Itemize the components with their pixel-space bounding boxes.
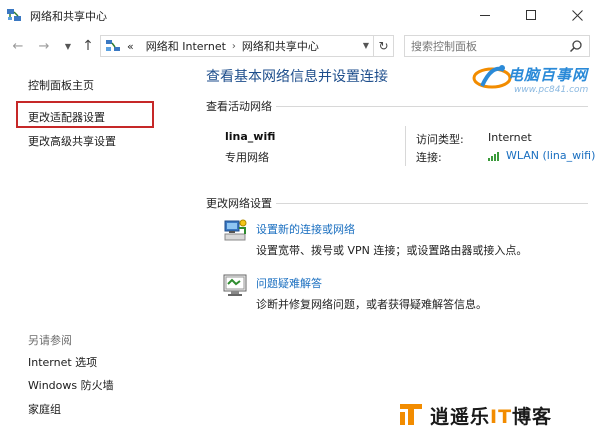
highlight-annotation [16,101,154,128]
windows-firewall-link[interactable]: Windows 防火墙 [28,377,114,393]
page-title: 查看基本网络信息并设置连接 [206,69,388,85]
window-title: 网络和共享中心 [30,10,107,23]
minimize-icon [480,14,490,16]
maximize-button[interactable] [508,0,554,30]
recent-locations-button[interactable]: ▼ [60,38,76,54]
forward-button[interactable]: → [36,38,52,54]
change-advanced-sharing-link[interactable]: 更改高级共享设置 [28,133,116,149]
network-setup-icon [224,219,247,241]
back-button[interactable]: ← [10,38,26,54]
setup-connection-link[interactable]: 设置新的连接或网络 [256,221,355,237]
wifi-signal-icon [488,151,499,161]
close-icon [571,9,583,21]
arrow-right-icon: → [38,38,50,54]
watermark-site-name: 电脑百事网 [508,66,589,84]
access-type-value: Internet [488,131,532,144]
watermark-site-url: www.pc841.com [514,85,589,95]
see-also-title: 另请参阅 [28,334,72,347]
network-name: lina_wifi [225,130,276,143]
arrow-up-icon: ↑ [82,38,94,54]
close-button[interactable] [554,0,600,30]
address-dropdown-icon[interactable]: ▼ [363,41,369,50]
watermark-blog-accent: IT [490,406,513,428]
chevron-down-icon: ▼ [64,41,72,51]
title-bar: 网络和共享中心 [0,0,600,30]
troubleshoot-desc: 诊断并修复网络问题，或者获得疑难解答信息。 [256,298,487,311]
breadcrumb-overflow[interactable]: « [127,40,134,53]
refresh-button[interactable]: ↻ [373,36,393,56]
section-divider [276,106,588,107]
breadcrumb-sharing-center[interactable]: 网络和共享中心 [242,38,319,54]
wlan-connection-label[interactable]: WLAN (lina_wifi) [506,149,595,162]
breadcrumb-network-internet[interactable]: 网络和 Internet [146,38,226,54]
network-type: 专用网络 [225,151,269,164]
maximize-icon [526,10,536,20]
internet-options-link[interactable]: Internet 选项 [28,354,97,370]
vertical-divider [405,126,406,166]
connection-label: 连接: [416,151,442,164]
control-panel-home-link[interactable]: 控制面板主页 [28,77,94,93]
search-icon[interactable] [569,39,583,53]
up-button[interactable]: ↑ [80,38,96,54]
wlan-connection-link[interactable]: WLAN (lina_wifi) [488,149,595,162]
address-bar[interactable]: « 网络和 Internet › 网络和共享中心 ▼ ↻ [100,35,394,57]
watermark-blog-part1: 逍遥乐 [430,406,491,428]
network-center-icon [106,40,120,51]
access-type-label: 访问类型: [416,133,464,146]
network-center-icon [7,9,21,21]
section-divider [276,203,588,204]
watermark-blog-part2: 博客 [512,406,553,428]
minimize-button[interactable] [462,0,508,30]
active-networks-heading: 查看活动网络 [206,100,272,113]
homegroup-link[interactable]: 家庭组 [28,401,61,417]
breadcrumb-separator[interactable]: › [232,41,236,52]
troubleshoot-link[interactable]: 问题疑难解答 [256,275,322,291]
search-input[interactable]: 搜索控制面板 [404,35,590,57]
setup-connection-desc: 设置宽带、拨号或 VPN 连接；或设置路由器或接入点。 [256,244,528,257]
watermark-blog-name: 逍遥乐IT博客 [430,402,552,429]
change-settings-heading: 更改网络设置 [206,197,272,210]
search-placeholder: 搜索控制面板 [411,40,477,53]
arrow-left-icon: ← [12,38,24,54]
refresh-icon: ↻ [378,39,389,53]
watermark-blog-icon [400,404,422,425]
troubleshoot-icon [223,274,247,296]
